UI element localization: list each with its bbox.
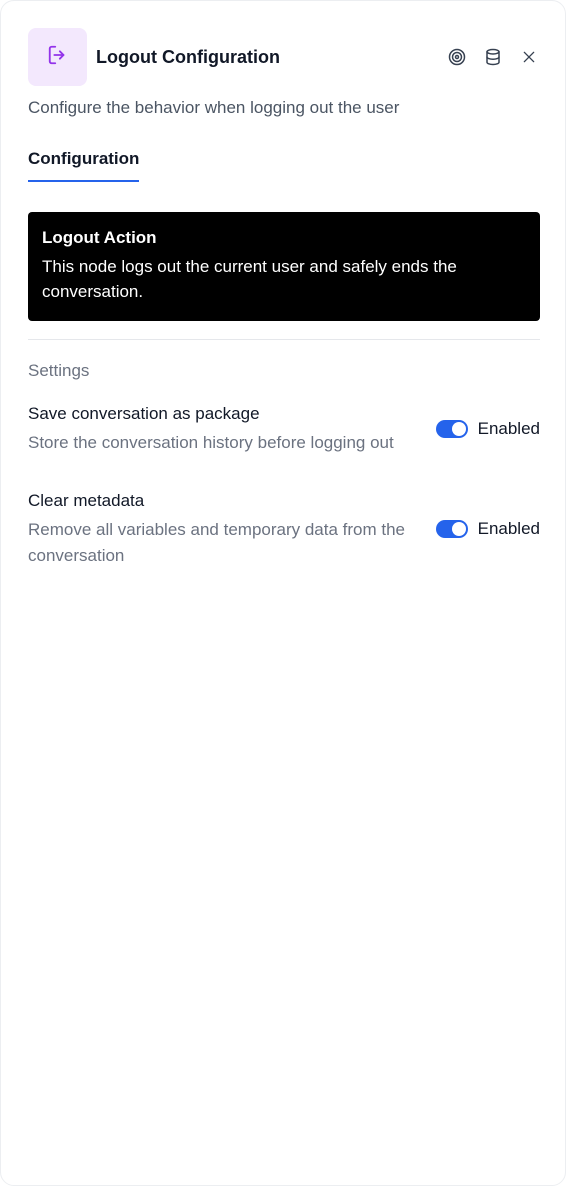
logout-config-panel: Logout Configuration Configure the behav… bbox=[0, 0, 566, 1186]
toggle-knob bbox=[451, 422, 466, 436]
header-actions bbox=[448, 48, 538, 66]
save-conversation-toggle[interactable] bbox=[435, 420, 468, 438]
setting-description: Remove all variables and temporary data … bbox=[28, 520, 406, 565]
page-title: Logout Configuration bbox=[96, 46, 280, 67]
divider bbox=[28, 339, 540, 340]
setting-clear-metadata: Clear metadata Remove all variables and … bbox=[28, 491, 540, 569]
toggle-label: Enabled bbox=[477, 519, 540, 538]
toggle-label: Enabled bbox=[477, 419, 540, 438]
info-box: Logout Action This node logs out the cur… bbox=[28, 212, 540, 321]
target-icon[interactable] bbox=[448, 48, 466, 66]
settings-section-label: Settings bbox=[28, 361, 90, 380]
node-icon-tile bbox=[28, 28, 87, 86]
logout-icon bbox=[47, 44, 69, 71]
toggle-group: Enabled bbox=[435, 419, 540, 439]
toggle-group: Enabled bbox=[435, 519, 540, 539]
clear-metadata-toggle[interactable] bbox=[435, 520, 468, 538]
toggle-knob bbox=[451, 522, 466, 536]
info-title: Logout Action bbox=[42, 228, 157, 247]
info-text: This node logs out the current user and … bbox=[42, 257, 457, 301]
database-icon[interactable] bbox=[484, 48, 502, 66]
tab-configuration[interactable]: Configuration bbox=[28, 149, 140, 182]
setting-save-conversation: Save conversation as package Store the c… bbox=[28, 404, 540, 456]
close-icon[interactable] bbox=[520, 48, 538, 66]
panel-header: Logout Configuration bbox=[28, 28, 538, 86]
setting-name: Clear metadata bbox=[28, 491, 145, 510]
tab-bar: Configuration bbox=[28, 149, 140, 182]
page-subtitle: Configure the behavior when logging out … bbox=[28, 98, 400, 117]
setting-description: Store the conversation history before lo… bbox=[28, 433, 394, 452]
